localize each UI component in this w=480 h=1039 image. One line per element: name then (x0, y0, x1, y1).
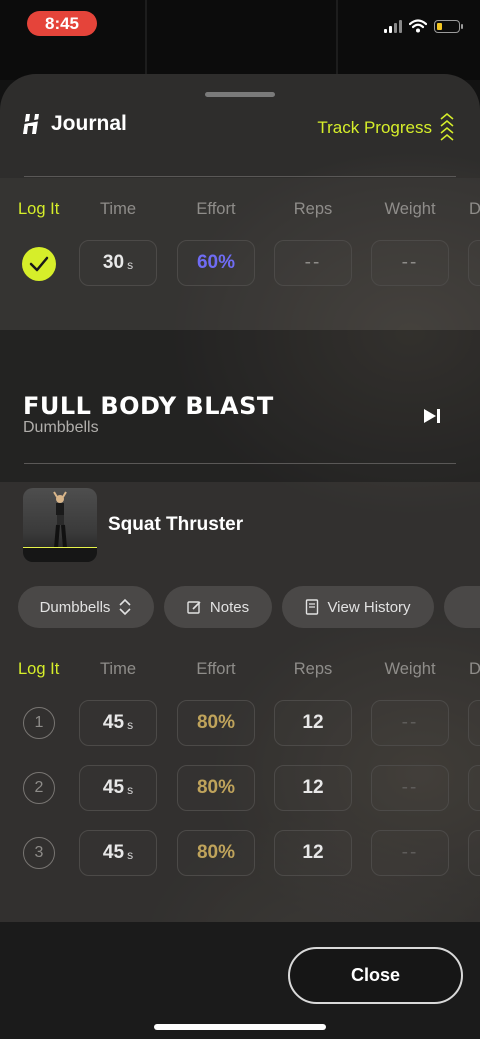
set-1-effort[interactable]: 80% (177, 700, 255, 746)
sheet-grabber[interactable] (205, 92, 275, 97)
time-unit: s (127, 718, 134, 732)
check-icon (29, 256, 49, 272)
set-3-time[interactable]: 45 s (79, 830, 157, 876)
equipment-selector[interactable]: Dumbbells (18, 586, 154, 628)
column-header-log: Log It (18, 660, 60, 678)
chevron-up-down-icon (119, 598, 132, 616)
close-button[interactable]: Close (288, 947, 463, 1004)
time-value: 45 (102, 777, 125, 798)
extra-cell[interactable] (468, 240, 480, 286)
home-indicator (154, 1024, 326, 1030)
set-2-extra[interactable] (468, 765, 480, 811)
column-header-reps: Reps (293, 200, 333, 218)
more-chip[interactable] (444, 586, 480, 628)
signal-icon (384, 19, 402, 33)
time-value: 45 (102, 842, 125, 863)
column-header-reps: Reps (293, 660, 333, 678)
set-number-3[interactable]: 3 (23, 837, 55, 869)
column-header-weight: Weight (384, 200, 436, 218)
view-history-label: View History (327, 598, 411, 616)
page-title: Journal (51, 112, 127, 135)
set-number-2[interactable]: 2 (23, 772, 55, 804)
set-2-weight[interactable]: -- (371, 765, 449, 811)
set-2-time[interactable]: 45 s (79, 765, 157, 811)
set-1-time[interactable]: 45 s (79, 700, 157, 746)
time-unit: s (127, 783, 134, 797)
set-3-reps[interactable]: 12 (274, 830, 352, 876)
background-divider (336, 0, 338, 80)
exercise-name: Squat Thruster (108, 514, 244, 535)
time-value: 45 (102, 712, 125, 733)
brand-logo-icon (23, 114, 41, 134)
column-header-next: D (469, 660, 480, 678)
column-header-time: Time (99, 660, 137, 678)
book-icon (306, 599, 319, 615)
skip-forward-icon[interactable] (422, 407, 442, 425)
divider (24, 176, 456, 177)
time-value: 30 (102, 252, 125, 273)
column-header-time: Time (99, 200, 137, 218)
journal-sheet: Journal Track Progress Log It Time Effor… (0, 74, 480, 1039)
edit-icon (187, 600, 201, 614)
time-unit: s (127, 848, 134, 862)
time-cell[interactable]: 30 s (79, 240, 157, 286)
status-time: 8:45 (27, 11, 97, 36)
divider (24, 463, 456, 464)
set-3-extra[interactable] (468, 830, 480, 876)
chevrons-up-icon (440, 113, 454, 141)
set-2-effort[interactable]: 80% (177, 765, 255, 811)
floor (23, 548, 97, 562)
column-header-effort: Effort (196, 200, 236, 218)
set-number-1[interactable]: 1 (23, 707, 55, 739)
journal-header: Journal (22, 112, 127, 136)
view-history-button[interactable]: View History (282, 586, 434, 628)
set-3-effort[interactable]: 80% (177, 830, 255, 876)
time-unit: s (127, 258, 134, 272)
column-header-effort: Effort (196, 660, 236, 678)
track-progress-label: Track Progress (317, 118, 432, 137)
set-3-weight[interactable]: -- (371, 830, 449, 876)
notes-button[interactable]: Notes (164, 586, 272, 628)
set-1-weight[interactable]: -- (371, 700, 449, 746)
column-header-next: D (469, 200, 480, 218)
set-2-reps[interactable]: 12 (274, 765, 352, 811)
log-set-checkbox-checked[interactable] (22, 247, 56, 281)
exercise-thumbnail[interactable] (23, 488, 97, 562)
battery-icon (434, 19, 463, 33)
effort-cell[interactable]: 60% (177, 240, 255, 286)
column-header-log: Log It (18, 200, 60, 218)
wifi-icon (409, 19, 427, 33)
weight-cell[interactable]: -- (371, 240, 449, 286)
equipment-label: Dumbbells (39, 598, 111, 616)
background-divider (145, 0, 147, 80)
track-progress-button[interactable]: Track Progress (317, 112, 454, 144)
notes-label: Notes (209, 598, 250, 616)
set-1-reps[interactable]: 12 (274, 700, 352, 746)
reps-cell[interactable]: -- (274, 240, 352, 286)
set-1-extra[interactable] (468, 700, 480, 746)
status-icons (384, 17, 463, 35)
column-header-weight: Weight (384, 660, 436, 678)
workout-title: FULL BODY BLAST (23, 392, 274, 420)
workout-subtitle: Dumbbells (23, 419, 99, 436)
